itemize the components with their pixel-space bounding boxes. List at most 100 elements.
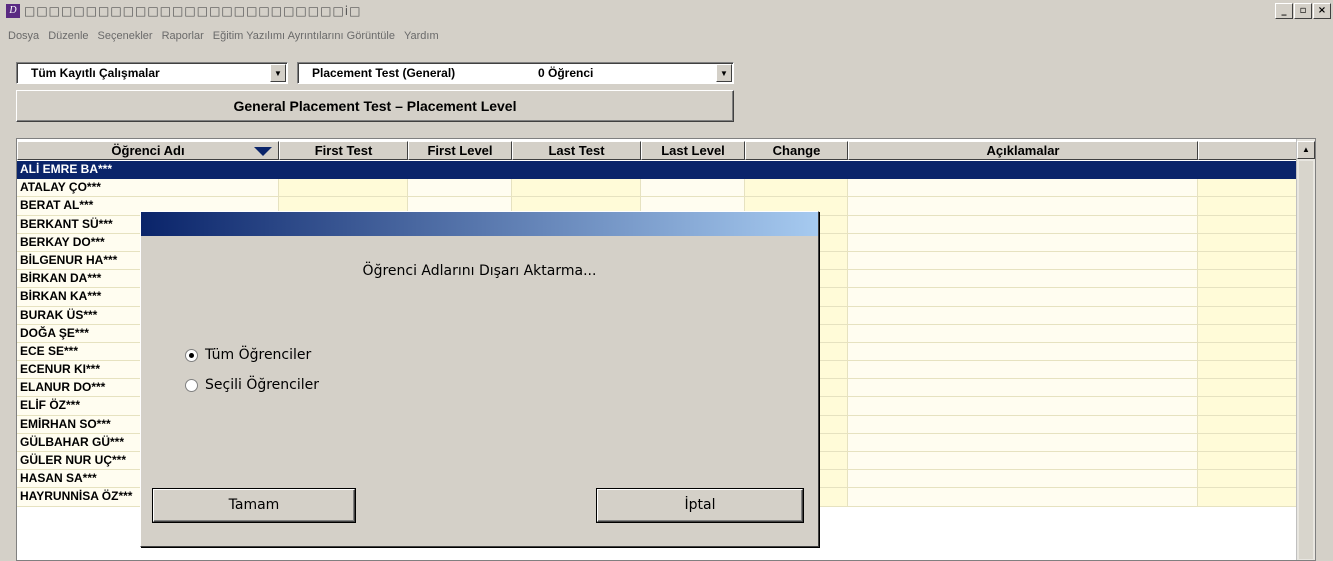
grid-cell[interactable] [848,415,1198,434]
grid-cell[interactable] [848,488,1198,507]
student-name-cell[interactable]: ALİ EMRE BA*** [17,161,279,180]
grid-cell[interactable] [848,288,1198,307]
dialog-message: Öğrenci Adlarını Dışarı Aktarma... [362,263,597,279]
grid-cell[interactable] [1198,397,1297,416]
grid-cell[interactable] [1198,324,1297,343]
menu-bar: Dosya Düzenle Seçenekler Raporlar Eğitim… [0,30,439,48]
col-notes[interactable]: Açıklamalar [848,141,1198,160]
grid-cell[interactable] [848,397,1198,416]
grid-cell[interactable] [1198,233,1297,252]
grid-cell[interactable] [1198,251,1297,271]
radio-all-students[interactable] [185,348,198,362]
grid-cell[interactable] [1198,179,1297,198]
vertical-scrollbar[interactable]: ▲ [1296,139,1315,560]
group-select-value: Tüm Kayıtlı Çalışmalar [31,66,160,80]
grid-cell[interactable] [848,233,1198,252]
report-title-bar: General Placement Test – Placement Level [16,90,734,122]
grid-cell[interactable] [848,470,1198,489]
grid-cell[interactable] [1198,488,1297,507]
close-button[interactable]: × [1313,3,1331,19]
chevron-down-icon[interactable]: ▼ [716,64,732,82]
grid-cell[interactable] [641,161,745,180]
report-title: General Placement Test – Placement Level [233,98,517,114]
grid-cell[interactable] [848,342,1198,362]
grid-cell[interactable] [848,361,1198,380]
grid-cell[interactable] [408,161,512,180]
window-title: □□□□□□□□□□□□□□□□□□□□□□□□□□i□ [24,4,362,18]
grid-cell[interactable] [1198,288,1297,307]
col-first-test[interactable]: First Test [279,141,408,160]
menu-help[interactable]: Yardım [404,30,439,48]
grid-cell[interactable] [1198,215,1297,234]
option-selected-label: Seçili Öğrenciler [205,377,320,393]
menu-reports[interactable]: Raporlar [162,30,204,48]
radio-selected-students[interactable] [185,378,198,392]
grid-cell[interactable] [848,197,1198,216]
grid-cell[interactable] [1198,342,1297,362]
grid-cell[interactable] [745,161,848,180]
menu-courseware-details[interactable]: Eğitim Yazılımı Ayrıntılarını Görüntüle [213,30,395,48]
chevron-down-icon[interactable]: ▼ [270,64,286,82]
student-name-cell[interactable]: ATALAY ÇO*** [17,179,279,198]
grid-cell[interactable] [848,161,1198,180]
option-selected-students[interactable]: Seçili Öğrenciler [185,377,319,393]
grid-cell[interactable] [848,179,1198,198]
table-row[interactable]: ATALAY ÇO*** [17,179,1297,198]
menu-file[interactable]: Dosya [8,30,39,48]
grid-cell[interactable] [848,433,1198,452]
grid-cell[interactable] [1198,452,1297,471]
grid-cell[interactable] [1198,161,1297,180]
grid-cell[interactable] [1198,306,1297,325]
option-all-students[interactable]: Tüm Öğrenciler [185,347,311,363]
grid-cell[interactable] [1198,197,1297,216]
minimize-button[interactable]: _ [1275,3,1293,19]
export-dialog: Öğrenci Adlarını Dışarı Aktarma... Tüm Ö… [140,211,819,547]
col-student-name-label: Öğrenci Adı [111,143,185,158]
grid-cell[interactable] [848,452,1198,471]
grid-cell[interactable] [848,324,1198,343]
cancel-button[interactable]: İptal [597,489,803,522]
scroll-up-icon[interactable]: ▲ [1297,141,1315,159]
test-select[interactable]: Placement Test (General) 0 Öğrenci ▼ [297,62,734,84]
grid-cell[interactable] [848,379,1198,398]
grid-cell[interactable] [1198,415,1297,434]
col-last-level[interactable]: Last Level [641,141,745,160]
col-extra[interactable] [1198,141,1297,160]
col-first-level[interactable]: First Level [408,141,512,160]
scroll-track[interactable] [1299,161,1313,559]
grid-cell[interactable] [848,251,1198,271]
grid-cell[interactable] [1198,270,1297,289]
grid-cell[interactable] [848,270,1198,289]
window-controls: _ ▫ × [1275,3,1331,19]
grid-cell[interactable] [512,161,641,180]
app-icon: D [6,4,20,18]
restore-button[interactable]: ▫ [1294,3,1312,19]
option-all-label: Tüm Öğrenciler [205,347,312,363]
ok-button[interactable]: Tamam [153,489,355,522]
menu-edit[interactable]: Düzenle [48,30,88,48]
col-last-test[interactable]: Last Test [512,141,641,160]
student-count: 0 Öğrenci [538,66,594,80]
table-row[interactable]: ALİ EMRE BA*** [17,161,1297,180]
grid-cell[interactable] [512,179,641,198]
group-select[interactable]: Tüm Kayıtlı Çalışmalar ▼ [16,62,288,84]
grid-cell[interactable] [408,179,512,198]
menu-options[interactable]: Seçenekler [98,30,153,48]
grid-cell[interactable] [848,215,1198,234]
grid-header: Öğrenci Adı First Test First Level Last … [17,141,1297,160]
grid-cell[interactable] [279,161,408,180]
grid-cell[interactable] [641,179,745,198]
grid-cell[interactable] [848,306,1198,325]
grid-cell[interactable] [1198,470,1297,489]
title-bar: D □□□□□□□□□□□□□□□□□□□□□□□□□□i□ _ ▫ × [0,0,1333,22]
col-change[interactable]: Change [745,141,848,160]
grid-cell[interactable] [1198,361,1297,380]
dialog-title-bar[interactable] [141,212,818,236]
grid-cell[interactable] [1198,379,1297,398]
grid-cell[interactable] [1198,433,1297,452]
grid-cell[interactable] [745,179,848,198]
grid-cell[interactable] [279,179,408,198]
test-select-value: Placement Test (General) [312,66,456,80]
sort-desc-icon [254,147,272,156]
col-student-name[interactable]: Öğrenci Adı [17,141,279,160]
